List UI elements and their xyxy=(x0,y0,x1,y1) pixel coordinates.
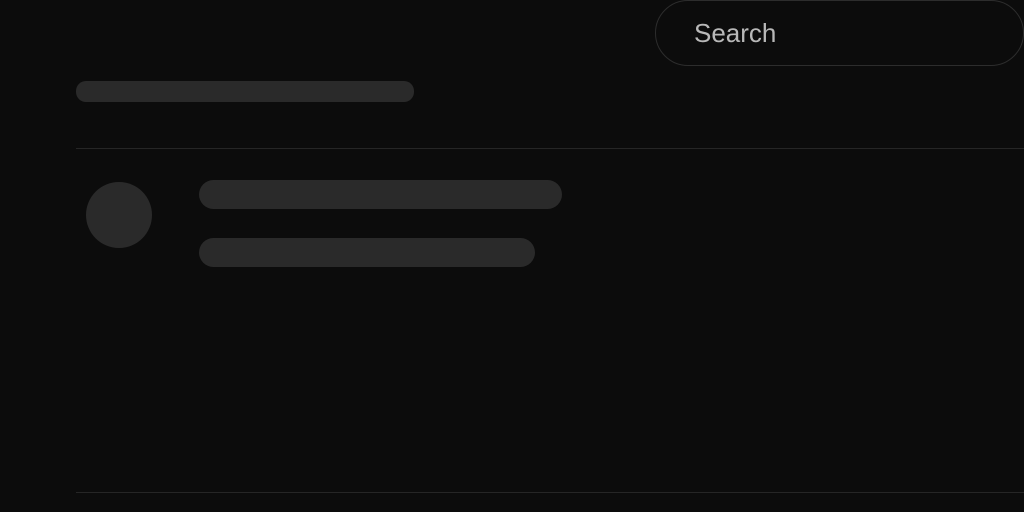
skeleton-avatar xyxy=(86,182,152,248)
divider xyxy=(76,148,1024,149)
search-input[interactable] xyxy=(694,18,985,49)
skeleton-line xyxy=(199,238,535,267)
skeleton-text-block xyxy=(199,178,562,267)
skeleton-list-item xyxy=(86,178,562,267)
page-root xyxy=(0,0,1024,512)
divider xyxy=(76,492,1024,493)
search-bar[interactable] xyxy=(655,0,1024,66)
skeleton-line xyxy=(199,180,562,209)
skeleton-page-title xyxy=(76,81,414,102)
